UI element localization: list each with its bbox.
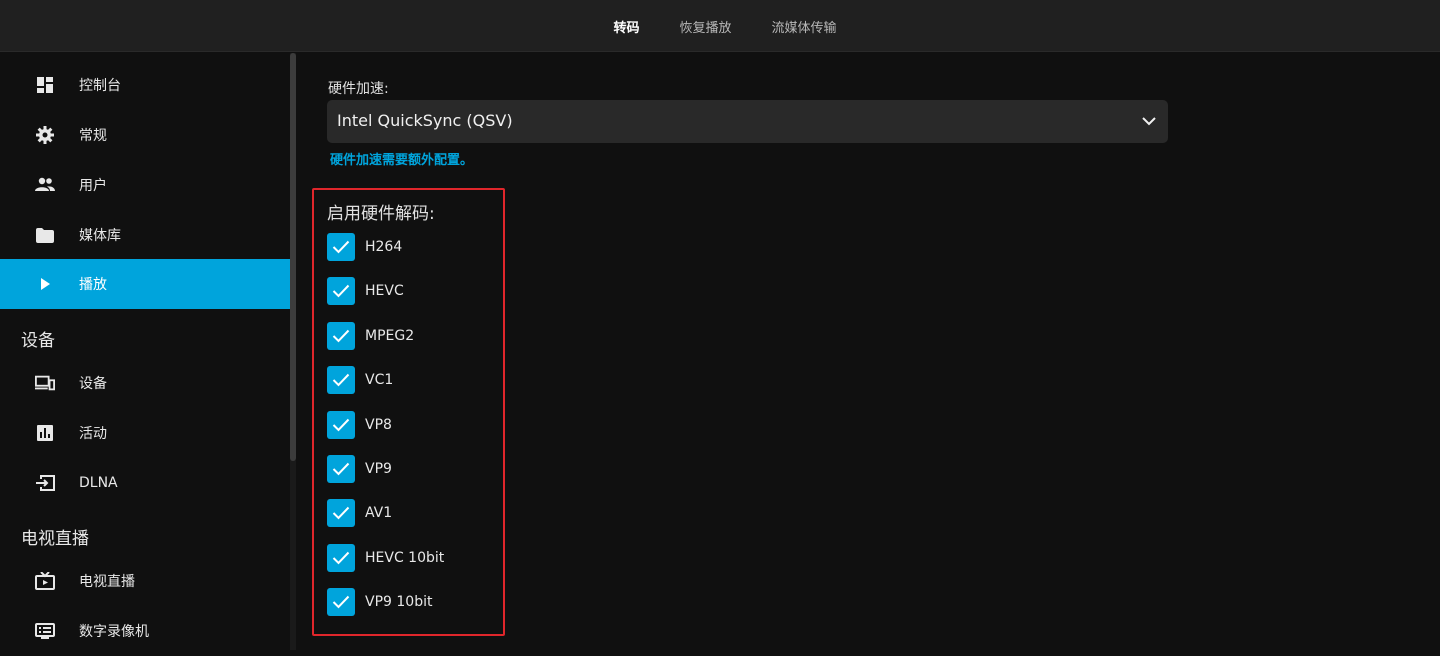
sidebar-item-library[interactable]: 媒体库 [0,210,290,260]
sidebar-item-activity[interactable]: 活动 [0,408,290,458]
sidebar-item-dashboard[interactable]: 控制台 [0,60,290,110]
live-tv-icon [35,571,55,591]
codec-checkbox-row[interactable]: VP9 10bit [327,588,432,616]
sidebar-item-label: 设备 [79,373,107,393]
checkbox-checked[interactable] [327,277,355,305]
hw-accel-select-value: Intel QuickSync (QSV) [337,111,513,130]
sidebar-item-label: 播放 [79,274,107,294]
codec-checkbox-label: HEVC [365,283,404,299]
tab-strip: 转码 恢复播放 流媒体传输 [0,0,1440,52]
input-arrow-icon [35,473,55,493]
checkbox-checked[interactable] [327,455,355,483]
sidebar-item-devices[interactable]: 设备 [0,358,290,408]
activity-chart-icon [35,423,55,443]
sidebar: 控制台 常规 用户 媒体库 播放 设备 设备 活动 [0,53,290,650]
codec-checkbox-row[interactable]: VC1 [327,366,393,394]
dvr-icon [35,621,55,641]
checkbox-checked[interactable] [327,233,355,261]
checkmark-icon [332,329,350,343]
play-icon [35,274,55,294]
hw-accel-help-link[interactable]: 硬件加速需要额外配置。 [330,149,473,168]
checkmark-icon [332,240,350,254]
checkmark-icon [332,506,350,520]
sidebar-item-label: 数字录像机 [79,621,149,641]
checkbox-checked[interactable] [327,411,355,439]
checkbox-checked[interactable] [327,322,355,350]
tab-transcoding[interactable]: 转码 [613,17,639,36]
hw-decode-label: 启用硬件解码: [327,199,435,224]
codec-checkbox-row[interactable]: MPEG2 [327,322,414,350]
checkmark-icon [332,595,350,609]
checkbox-checked[interactable] [327,544,355,572]
sidebar-item-general[interactable]: 常规 [0,110,290,160]
checkbox-checked[interactable] [327,588,355,616]
codec-checkbox-label: VC1 [365,372,393,388]
tab-streaming[interactable]: 流媒体传输 [772,17,837,36]
codec-checkbox-row[interactable]: HEVC 10bit [327,544,444,572]
codec-checkbox-label: VP9 [365,461,392,477]
main-content: 硬件加速: Intel QuickSync (QSV) 硬件加速需要额外配置。 … [296,53,1440,650]
codec-checkbox-label: AV1 [365,505,392,521]
codec-checkbox-label: VP8 [365,417,392,433]
codec-checkbox-row[interactable]: H264 [327,233,402,261]
folder-icon [35,225,55,245]
sidebar-item-label: DLNA [79,475,118,491]
sidebar-item-users[interactable]: 用户 [0,160,290,210]
hw-accel-select[interactable]: Intel QuickSync (QSV) [327,100,1168,143]
sidebar-item-label: 常规 [79,125,107,145]
checkbox-checked[interactable] [327,499,355,527]
users-icon [35,175,55,195]
gear-icon [35,125,55,145]
checkmark-icon [332,462,350,476]
codec-checkbox-label: MPEG2 [365,328,414,344]
tab-resume[interactable]: 恢复播放 [679,17,731,36]
sidebar-item-dlna[interactable]: DLNA [0,458,290,508]
sidebar-item-label: 用户 [79,175,107,195]
checkmark-icon [332,551,350,565]
codec-checkbox-row[interactable]: AV1 [327,499,392,527]
codec-checkbox-label: HEVC 10bit [365,550,444,566]
codec-checkbox-label: VP9 10bit [365,594,432,610]
checkmark-icon [332,373,350,387]
sidebar-section-devices: 设备 [21,326,55,351]
devices-icon [35,373,55,393]
top-tab-bar: 转码 恢复播放 流媒体传输 [0,0,1440,52]
codec-checkbox-row[interactable]: HEVC [327,277,404,305]
sidebar-item-label: 控制台 [79,75,121,95]
checkmark-icon [332,418,350,432]
chevron-down-icon [1140,112,1158,130]
sidebar-item-playback[interactable]: 播放 [0,259,290,309]
sidebar-section-livetv: 电视直播 [21,524,89,549]
sidebar-item-label: 活动 [79,423,107,443]
sidebar-item-livetv[interactable]: 电视直播 [0,556,290,606]
checkbox-checked[interactable] [327,366,355,394]
sidebar-item-dvr[interactable]: 数字录像机 [0,606,290,656]
codec-checkbox-label: H264 [365,239,402,255]
hw-accel-label: 硬件加速: [328,78,389,98]
sidebar-item-label: 媒体库 [79,225,121,245]
checkmark-icon [332,284,350,298]
codec-checkbox-row[interactable]: VP9 [327,455,392,483]
sidebar-item-label: 电视直播 [79,571,135,591]
codec-checkbox-row[interactable]: VP8 [327,411,392,439]
dashboard-icon [35,75,55,95]
